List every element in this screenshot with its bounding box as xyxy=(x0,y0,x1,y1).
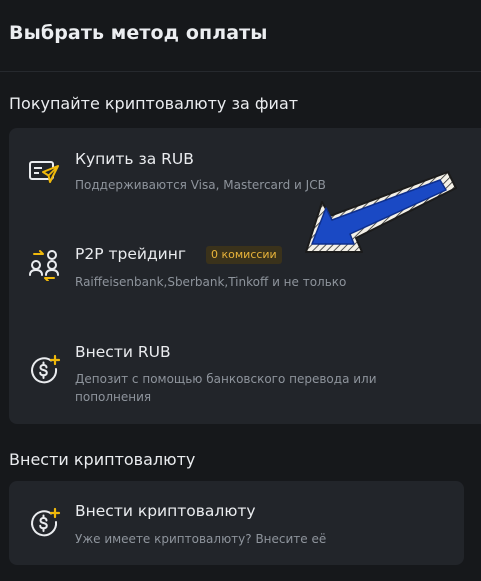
p2p-trading-title: P2P трейдинг xyxy=(75,245,187,263)
p2p-trading-subtitle: Raiffeisenbank,Sberbank,Tinkoff и не тол… xyxy=(75,275,347,289)
page-title: Выбрать метод оплаты xyxy=(9,22,268,44)
deposit-rub-subtitle-line-2: пополнения xyxy=(75,390,152,404)
deposit-rub-subtitle-line-1: Депозит с помощью банковского перевода и… xyxy=(75,372,377,386)
fiat-methods-card: Купить за RUB Поддерживаются Visa, Maste… xyxy=(9,128,481,424)
buy-rub-subtitle: Поддерживаются Visa, Mastercard и JCB xyxy=(75,178,326,192)
dollar-plus-icon xyxy=(27,507,61,541)
zero-fee-badge: 0 комиссии xyxy=(206,246,282,264)
deposit-crypto-option[interactable]: Внести криптовалюту Уже имеете криптовал… xyxy=(9,481,464,565)
deposit-rub-title: Внести RUB xyxy=(75,343,171,361)
deposit-crypto-subtitle: Уже имеете криптовалюту? Внесите её xyxy=(75,532,327,546)
crypto-methods-card: Внести криптовалюту Уже имеете криптовал… xyxy=(9,481,464,565)
deposit-crypto-title: Внести криптовалюту xyxy=(75,502,256,520)
p2p-exchange-icon xyxy=(27,247,61,281)
crypto-section-title: Внести криптовалюту xyxy=(9,450,196,469)
buy-rub-option[interactable]: Купить за RUB Поддерживаются Visa, Maste… xyxy=(9,128,481,224)
p2p-trading-option[interactable]: P2P трейдинг 0 комиссии Raiffeisenbank,S… xyxy=(9,224,481,322)
header-divider xyxy=(0,71,481,72)
deposit-rub-option[interactable]: Внести RUB Депозит с помощью банковского… xyxy=(9,322,481,424)
dollar-plus-icon xyxy=(27,354,61,388)
card-send-icon xyxy=(27,155,61,189)
fiat-section-title: Покупайте криптовалюту за фиат xyxy=(9,94,299,113)
buy-rub-title: Купить за RUB xyxy=(75,150,194,168)
